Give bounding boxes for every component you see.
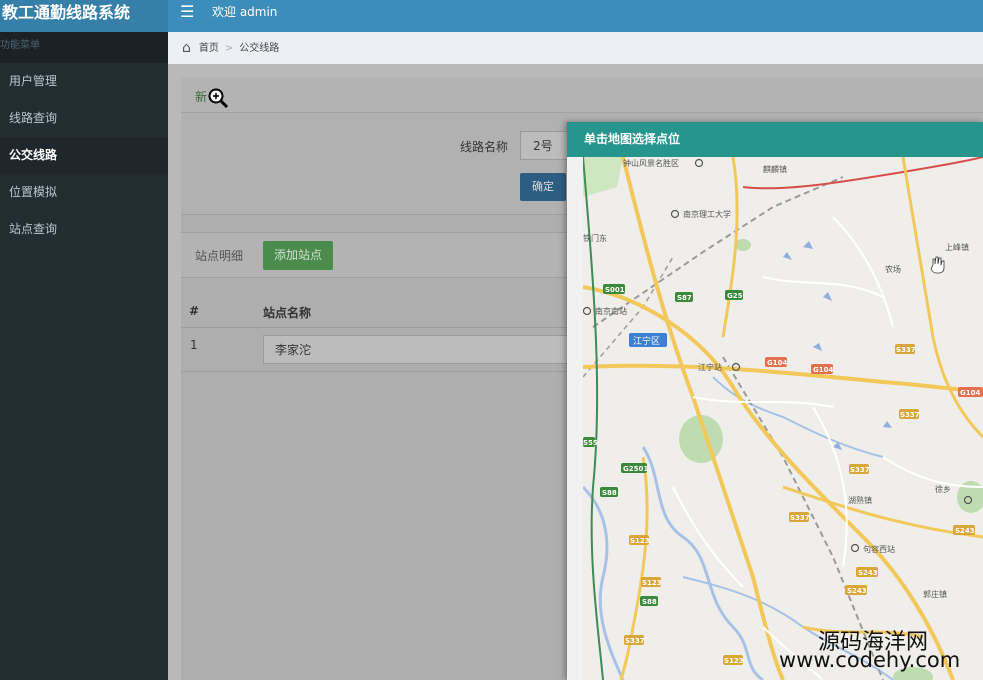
home-icon[interactable]: ⌂ [182,40,191,56]
map-label: 湖熟镇 [848,495,872,505]
road-shield-label: S243 [858,569,878,577]
sidebar-item-location-simulation[interactable]: 位置模拟 [0,174,168,211]
hamburger-icon[interactable]: ☰ [180,2,194,22]
table-header-index: # [189,304,200,318]
breadcrumb-home[interactable]: 首页 [199,43,219,54]
road-shield-label: S337 [900,411,920,419]
sidebar-item-route-query[interactable]: 线路查询 [0,100,168,137]
road-shield-label: S55 [583,439,598,447]
map-label: 郭庄镇 [923,589,947,599]
road-shield-label: S88 [642,598,657,606]
map-label: 江宁站 [698,362,722,372]
road-shield-label: S337 [625,637,645,645]
watermark-url: www.codehy.com [779,648,961,672]
route-name-label: 线路名称 [460,140,509,154]
sidebar-item-user-management[interactable]: 用户管理 [0,63,168,100]
panel-header [181,78,983,113]
road-shield-label: S123 [724,657,744,665]
breadcrumb-separator: > [224,43,234,54]
map-label: 钟山风景名胜区 [623,158,679,168]
road-shield-label: G104 [960,389,980,397]
road-shield-label: G104 [767,359,787,367]
station-detail-title: 站点明细 [195,249,244,263]
road-shield-label: S001 [605,286,625,294]
add-station-button[interactable]: 添加站点 [263,241,333,270]
road-shield-label: S88 [602,489,617,497]
sidebar-item-station-query[interactable]: 站点查询 [0,211,168,248]
table-divider [181,327,571,328]
map-label: 南京理工大学 [683,209,731,219]
welcome-text: 欢迎 admin [212,5,278,19]
station-name-input[interactable] [263,335,569,364]
map-canvas[interactable]: S001 S87 G25 G104 G104 G104 S337 S337 S3… [583,157,983,680]
map-label: 铁门东 [583,233,607,243]
road-shield-label: S337 [850,466,870,474]
road-shield-label: S123 [630,537,650,545]
map-label: 徐乡 [935,484,951,494]
modal-title: 单击地图选择点位 [567,122,983,157]
map-label: 句容西站 [863,544,895,554]
map-graphic: S001 S87 G25 G104 G104 G104 S337 S337 S3… [583,157,983,680]
road-shield-label: S87 [677,294,692,302]
map-label: 农场 [885,264,901,274]
sidebar-item-bus-routes[interactable]: 公交线路 [0,137,168,174]
road-shield-label: S337 [790,514,810,522]
confirm-button[interactable]: 确定 [520,173,566,201]
sidebar: 功能菜单 用户管理 线路查询 公交线路 位置模拟 站点查询 [0,32,168,680]
new-route-link[interactable]: 新 [195,88,207,105]
road-shield-label: S243 [847,587,867,595]
road-shield-label: S243 [955,527,975,535]
table-row-index: 1 [190,338,198,352]
map-label: 上峰镇 [945,242,969,252]
road-shield-label: S123 [642,579,662,587]
table-header-station-name: 站点名称 [263,306,312,320]
map-label: 麒麟镇 [763,164,787,174]
zoom-cursor-icon [208,88,229,109]
breadcrumb-current: 公交线路 [239,43,280,54]
sidebar-header: 功能菜单 [0,32,168,63]
breadcrumb: ⌂ 首页 > 公交线路 [168,32,983,64]
road-shield-label: S337 [896,346,916,354]
road-shield-label: G25 [727,292,743,300]
app-title: 教工通勤线路系统 [0,0,168,32]
table-divider [181,371,571,372]
map-label: 江宁区 [633,335,660,347]
road-shield-label: G2501 [623,465,648,473]
map-label: 南京南站 [595,306,627,316]
top-navbar: ☰ 欢迎 admin [168,0,983,32]
road-shield-label: G104 [813,366,833,374]
